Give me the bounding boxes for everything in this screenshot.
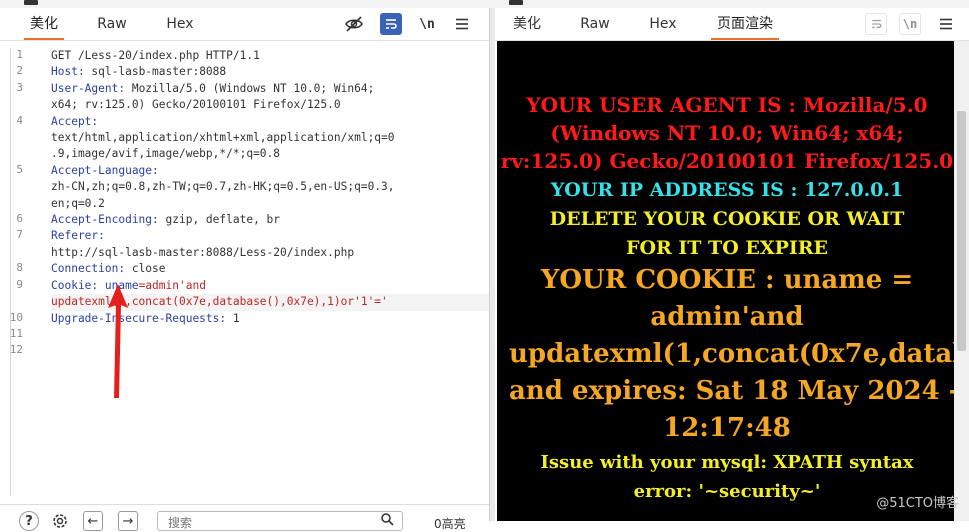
response-tabs: 美化 Raw Hex 页面渲染 \n: [495, 8, 969, 41]
code-line-cookie: 9 Cookie: uname=admin'and updatexml(1,conc…: [11, 278, 490, 311]
response-pane: 美化 Raw Hex 页面渲染 \n YOUR USER AGENT IS : …: [495, 8, 969, 521]
tab-pretty[interactable]: 美化: [20, 8, 68, 40]
newline-icon[interactable]: \n: [899, 13, 921, 35]
window-top-strip: [0, 0, 969, 8]
request-pane: 美化 Raw Hex \n 1 GET /Less-20/index.php HT…: [0, 8, 490, 531]
search-box[interactable]: [157, 511, 403, 531]
search-input[interactable]: [166, 515, 370, 531]
code-line: 2 Host: sql-lasb-master:8088: [16, 64, 227, 79]
code-line: 4 Accept: text/html,application/xhtml+xml,…: [16, 113, 395, 161]
cookie-value-line: updatexml(1,concat(0x7e,database(),0x7e)…: [509, 339, 954, 369]
code-line: 12: [9, 343, 23, 357]
cookie-expires-line: 12:17:48: [663, 413, 791, 443]
newline-icon[interactable]: \n: [416, 13, 438, 35]
forward-arrow-icon[interactable]: →: [118, 511, 138, 531]
code-line: 1 GET /Less-20/index.php HTTP/1.1: [16, 48, 260, 62]
cookie-value-line: YOUR COOKIE : uname =: [540, 265, 914, 295]
delete-cookie-line: DELETE YOUR COOKIE OR WAIT: [549, 208, 905, 230]
gear-icon[interactable]: [50, 511, 70, 531]
cookie-value-line: admin'and: [650, 302, 804, 332]
menu-icon[interactable]: [451, 13, 473, 35]
highlight-count: 0高亮: [434, 517, 466, 531]
title-fragment: [24, 0, 38, 5]
rendered-page: YOUR USER AGENT IS : Mozilla/5.0 (Window…: [497, 41, 954, 521]
eye-off-icon[interactable]: [343, 13, 365, 35]
useragent-line: (Windows NT 10.0; Win64; x64;: [550, 121, 904, 145]
delete-cookie-line: FOR IT TO EXPIRE: [625, 237, 829, 259]
render-scrollbar[interactable]: [954, 41, 969, 521]
editor-bottom-bar: ? ← → 0高亮: [0, 504, 489, 531]
scrollbar-thumb[interactable]: [957, 111, 966, 351]
code-line: 11: [9, 326, 23, 340]
code-line: 3 User-Agent: Mozilla/5.0 (Windows NT 10.…: [16, 80, 375, 112]
annotation-arrow: [108, 284, 128, 398]
code-line: 10 Upgrade-Insecure-Requests: 1: [9, 310, 240, 325]
request-editor[interactable]: 1 GET /Less-20/index.php HTTP/1.1 2 Host: …: [10, 48, 490, 496]
tab-pretty[interactable]: 美化: [503, 8, 551, 39]
menu-icon[interactable]: [935, 13, 957, 35]
mysql-error-line: Issue with your mysql: XPATH syntax: [540, 452, 914, 473]
request-tabs: 美化 Raw Hex \n: [0, 8, 489, 41]
ip-address-line: YOUR IP ADDRESS IS : 127.0.0.1: [550, 179, 904, 201]
tab-hex[interactable]: Hex: [156, 8, 204, 39]
tab-raw[interactable]: Raw: [88, 8, 136, 39]
useragent-line: YOUR USER AGENT IS : Mozilla/5.0: [526, 93, 928, 117]
title-fragment: [509, 0, 523, 5]
cookie-expires-line: and expires: Sat 18 May 2024 -: [509, 376, 954, 406]
back-arrow-icon[interactable]: ←: [83, 511, 103, 531]
useragent-line: rv:125.0) Gecko/20100101 Firefox/125.0: [500, 149, 954, 173]
code-line: 7 Referer: http://sql-lasb-master:8088/Les…: [16, 228, 355, 259]
wrap-icon[interactable]: [865, 13, 887, 35]
tab-hex[interactable]: Hex: [639, 8, 687, 39]
tab-raw[interactable]: Raw: [571, 8, 619, 39]
code-line: 5 Accept-Language: zh-CN,zh;q=0.8,zh-TW;q=…: [16, 162, 395, 210]
tab-render[interactable]: 页面渲染: [707, 8, 783, 40]
help-icon[interactable]: ?: [19, 511, 39, 531]
code-line: 6 Accept-Encoding: gzip, deflate, br: [16, 212, 281, 227]
watermark: @51CTO博客: [876, 496, 959, 511]
search-icon[interactable]: [381, 513, 394, 530]
code-line: 8 Connection: close: [16, 261, 166, 276]
wrap-icon[interactable]: [380, 13, 402, 35]
